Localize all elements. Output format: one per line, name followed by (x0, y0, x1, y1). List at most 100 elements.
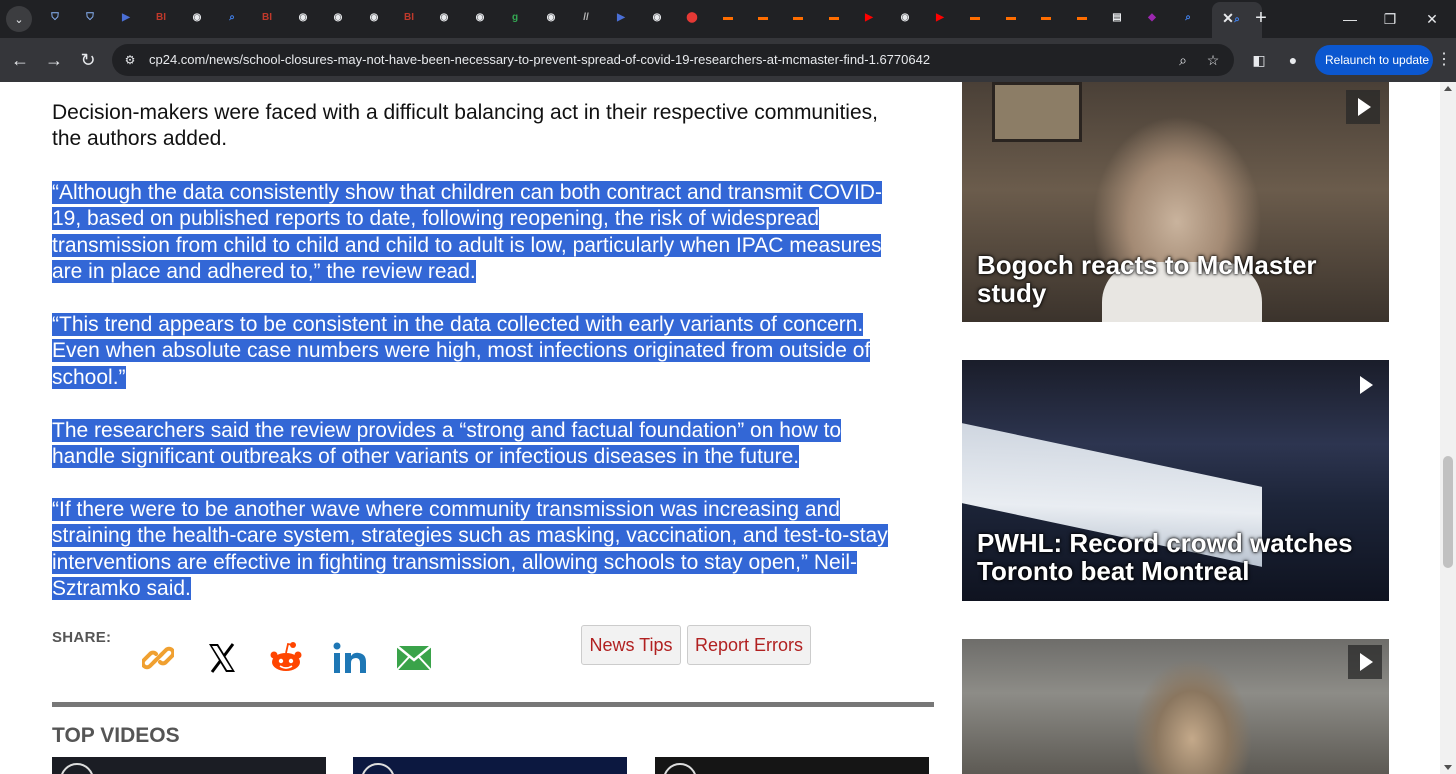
wall-frame-image (992, 82, 1082, 142)
browser-tab[interactable]: ▬ (1072, 8, 1092, 28)
g-logo-icon: g (511, 12, 519, 23)
side-panel-icon[interactable]: ◧ (1249, 50, 1269, 70)
scrollbar-thumb[interactable] (1443, 456, 1453, 568)
article-paragraph: The researchers said the review provides… (52, 418, 932, 471)
zoom-icon[interactable]: ⌕ (1174, 51, 1192, 69)
browser-tab[interactable]: BI (257, 8, 277, 28)
browser-tab[interactable]: ◉ (647, 8, 667, 28)
top-video-thumbnail[interactable] (655, 757, 929, 774)
relaunch-button[interactable]: Relaunch to update (1315, 45, 1433, 75)
browser-tab[interactable]: ◉ (187, 8, 207, 28)
bookmark-icon: ▬ (758, 12, 768, 23)
page-scrollbar[interactable] (1440, 82, 1456, 774)
video-caption: Bogoch reacts to McMaster study (977, 250, 1317, 308)
play-icon (361, 763, 395, 774)
play-icon[interactable] (1348, 368, 1382, 402)
reload-button[interactable]: ↻ (76, 48, 100, 72)
selected-text: are in place and adhered to,” the review… (52, 260, 476, 284)
browser-tab[interactable]: ◉ (470, 8, 490, 28)
browser-tab[interactable]: ▬ (824, 8, 844, 28)
scroll-up-icon[interactable] (1444, 86, 1452, 91)
browser-tab[interactable]: ▬ (788, 8, 808, 28)
browser-tab[interactable]: ▶ (859, 8, 879, 28)
browser-tab[interactable]: BI (399, 8, 419, 28)
scroll-down-icon[interactable] (1444, 765, 1452, 770)
play-icon[interactable] (1348, 645, 1382, 679)
back-arrow-icon: ← (11, 50, 29, 70)
restore-button[interactable]: ❐ (1375, 8, 1405, 30)
top-videos-heading: TOP VIDEOS (52, 724, 180, 747)
tv-icon: ▤ (1112, 12, 1122, 23)
tab-strip: ⌄ ⛉ ⛉ ▶ BI ◉ ⌕ BI ◉ ◉ ◉ BI ◉ ◉ g ◉//▶ ◉ ⬤ ▬ ▬ ▬ ▬ ▶ ◉ ▶ ▬ ▬ ▬ ▬ ▤ ◆ ⌕ … (0, 0, 1456, 38)
x-icon[interactable] (204, 640, 240, 676)
browser-toolbar: ← → ↻ ⚙ cp24.com/news/school-closures-ma… (0, 38, 1456, 82)
browser-tab[interactable]: ▤ (1107, 8, 1127, 28)
browser-tab[interactable]: g (505, 8, 525, 28)
video-card[interactable] (962, 639, 1389, 774)
tab-search-button[interactable]: ⌄ (6, 6, 32, 32)
back-button[interactable]: ← (8, 48, 32, 72)
browser-tab[interactable]: ◉ (293, 8, 313, 28)
email-icon[interactable] (396, 640, 432, 676)
browser-tab[interactable]: ▬ (1036, 8, 1056, 28)
selected-text: “This trend appears to be consistent in … (52, 313, 864, 336)
top-video-thumbnail[interactable] (52, 757, 326, 774)
paragraph-line: Decision-makers were faced with a diffic… (52, 100, 932, 126)
browser-tab[interactable]: ⌕ (222, 8, 242, 28)
browser-tab[interactable]: ◉ (328, 8, 348, 28)
slash-logo-icon: // (583, 12, 589, 23)
address-bar[interactable]: ⚙ cp24.com/news/school-closures-may-not-… (112, 44, 1234, 76)
news-tips-button[interactable]: News Tips (581, 625, 681, 665)
browser-tab[interactable]: ▬ (1001, 8, 1021, 28)
minimize-button[interactable]: — (1335, 8, 1365, 30)
video-card[interactable]: PWHL: Record crowd watches Toronto beat … (962, 360, 1389, 601)
selected-text: 19, based on published reports to date, … (52, 207, 819, 231)
selected-text: Even when absolute case numbers were hig… (52, 339, 871, 363)
forward-arrow-icon: → (45, 50, 63, 70)
profile-icon[interactable]: ● (1283, 50, 1303, 70)
browser-tab[interactable]: ◉ (541, 8, 561, 28)
forward-button[interactable]: → (42, 48, 66, 72)
pin-icon: ⬤ (686, 12, 698, 23)
browser-tab[interactable]: ◉ (364, 8, 384, 28)
forward-icon: ▶ (122, 12, 130, 23)
chevron-down-icon: ⌄ (14, 13, 24, 26)
selected-text: school.” (52, 365, 126, 389)
browser-tab[interactable]: ◉ (434, 8, 454, 28)
browser-tab[interactable]: ▶ (930, 8, 950, 28)
article-paragraph: Decision-makers were faced with a diffic… (52, 100, 932, 153)
url-text[interactable]: cp24.com/news/school-closures-may-not-ha… (149, 52, 930, 67)
bookmark-star-icon[interactable]: ☆ (1204, 51, 1222, 69)
tab-close-button[interactable]: ✕ (1218, 8, 1238, 28)
globe-icon: ◉ (369, 12, 379, 23)
site-settings-icon[interactable]: ⚙ (122, 52, 138, 68)
browser-tab[interactable]: ◉ (895, 8, 915, 28)
browser-tab[interactable]: ⬤ (682, 8, 702, 28)
menu-icon[interactable]: ⋮ (1436, 50, 1452, 70)
play-icon[interactable] (1346, 90, 1380, 124)
paragraph-line: Even when absolute case numbers were hig… (52, 338, 932, 364)
browser-tab[interactable]: ▶ (116, 8, 136, 28)
browser-tab[interactable]: ▬ (753, 8, 773, 28)
top-video-thumbnail[interactable] (353, 757, 627, 774)
link-icon[interactable] (140, 640, 176, 676)
browser-tab[interactable]: ⌕ (1178, 8, 1198, 28)
linkedin-icon[interactable] (332, 640, 368, 676)
paragraph-line: transmission from child to child and chi… (52, 233, 932, 259)
browser-tab[interactable]: BI (151, 8, 171, 28)
browser-tab[interactable]: ⛉ (45, 8, 65, 28)
new-tab-button[interactable]: + (1250, 8, 1272, 30)
paragraph-line: handle significant outbreaks of other va… (52, 444, 932, 470)
close-window-button[interactable]: ✕ (1417, 8, 1447, 30)
browser-tab[interactable]: ▶ (611, 8, 631, 28)
browser-tab[interactable]: ▬ (718, 8, 738, 28)
browser-tab[interactable]: ⛉ (80, 8, 100, 28)
reddit-icon[interactable] (268, 640, 304, 676)
browser-tab[interactable]: // (576, 8, 596, 28)
paragraph-line: “If there were to be another wave where … (52, 497, 932, 523)
report-errors-button[interactable]: Report Errors (687, 625, 811, 665)
browser-tab[interactable]: ▬ (965, 8, 985, 28)
browser-tab[interactable]: ◆ (1142, 8, 1162, 28)
video-card[interactable]: Bogoch reacts to McMaster study (962, 82, 1389, 322)
globe-icon: ◉ (333, 12, 343, 23)
